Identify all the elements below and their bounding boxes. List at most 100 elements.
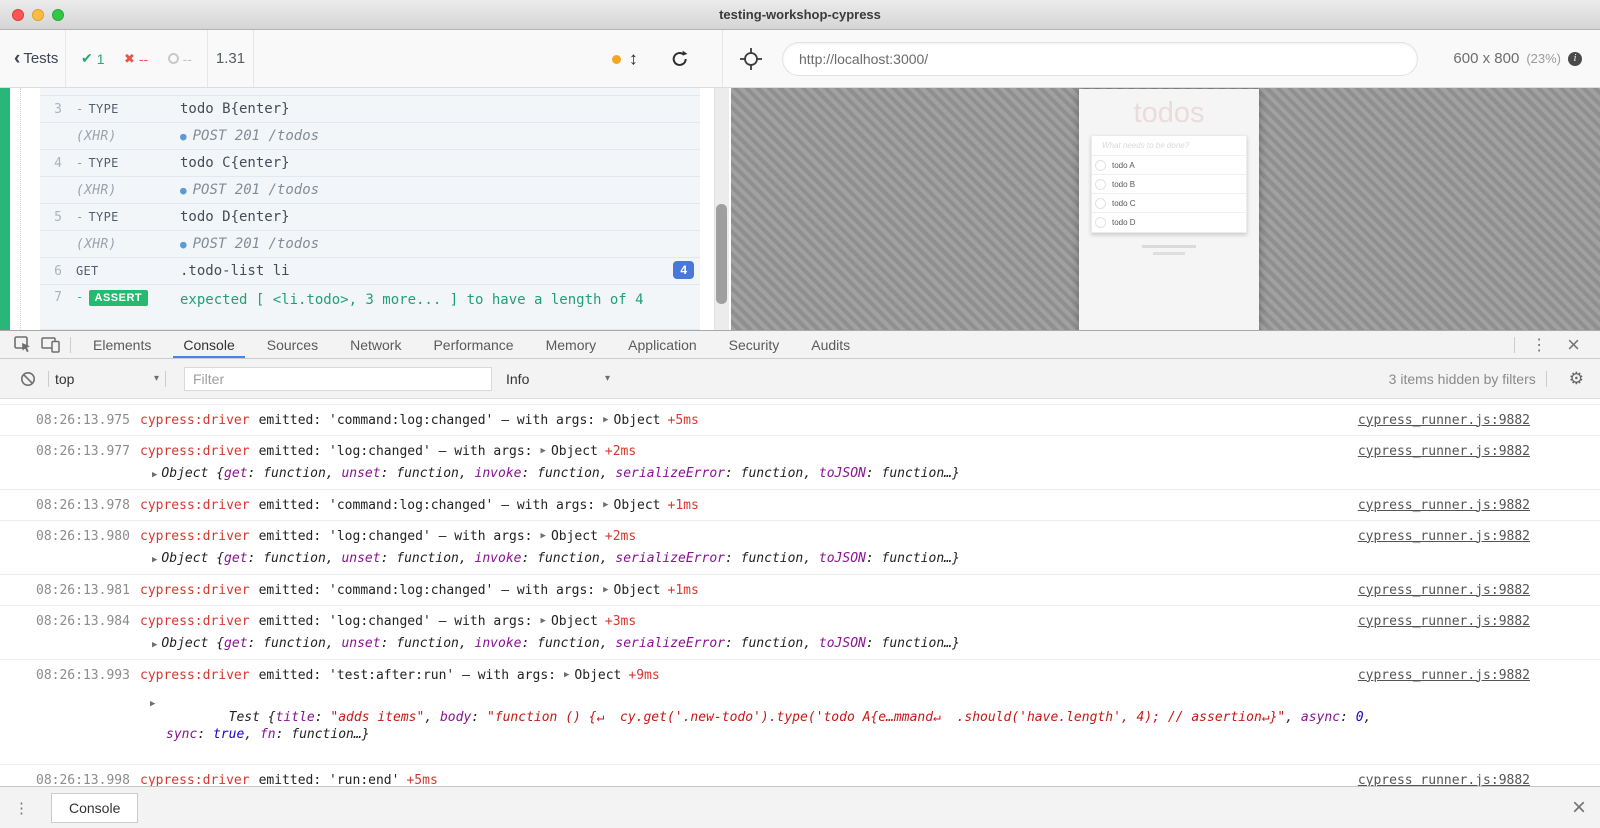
tab-performance[interactable]: Performance: [417, 331, 529, 358]
expand-triangle-icon[interactable]: ▶: [603, 500, 608, 510]
log-object[interactable]: Object: [614, 583, 661, 598]
expand-triangle-icon[interactable]: ▶: [152, 637, 157, 653]
console-log-entry[interactable]: 08:26:13.980 cypress:driver emitted: 'lo…: [0, 521, 1600, 575]
source-link[interactable]: cypress_runner.js:9882: [1358, 498, 1530, 513]
source-link[interactable]: cypress_runner.js:9882: [1358, 614, 1530, 629]
object-preview[interactable]: ▶ Object {get: function, unset: function…: [0, 466, 1600, 489]
log-object[interactable]: Object: [574, 668, 621, 683]
source-link[interactable]: cypress_runner.js:9882: [1358, 583, 1530, 598]
refresh-icon[interactable]: [670, 49, 690, 69]
log-object[interactable]: Object: [614, 498, 661, 513]
tab-application[interactable]: Application: [612, 331, 713, 358]
tab-sources[interactable]: Sources: [251, 331, 334, 358]
console-log-entry[interactable]: 08:26:13.998 cypress:driver emitted: 'ru…: [0, 765, 1600, 786]
console-log-entry[interactable]: 08:26:13.993 cypress:driver emitted: 'te…: [0, 660, 1600, 765]
command-number: 4: [40, 156, 62, 171]
devtools-close-icon[interactable]: ×: [1557, 335, 1590, 355]
devtools-menu-icon[interactable]: ⋮: [1521, 335, 1557, 355]
app-footer-text-line: [1153, 252, 1185, 255]
expand-triangle-icon[interactable]: ▶: [541, 531, 546, 541]
minimize-window-icon[interactable]: [32, 9, 44, 21]
expand-triangle-icon[interactable]: ▶: [541, 446, 546, 456]
command-dash: -: [76, 102, 84, 116]
clear-console-icon[interactable]: [14, 371, 42, 387]
log-object[interactable]: Object: [551, 614, 598, 629]
inspect-element-icon[interactable]: [8, 336, 36, 353]
command-row-xhr[interactable]: (XHR) ●POST 201 /todos: [40, 123, 700, 150]
command-row-assert[interactable]: 7 -ASSERT expected [ <li.todo>, 3 more..…: [40, 285, 700, 330]
object-preview[interactable]: ▶ Object {get: function, unset: function…: [0, 636, 1600, 659]
reporter-scrollbar-thumb[interactable]: [716, 204, 727, 304]
command-row-type[interactable]: 4 -TYPE todo C{enter}: [40, 150, 700, 177]
command-row-xhr[interactable]: (XHR) ●POST 201 /todos: [40, 231, 700, 258]
test-object-preview[interactable]: ▶Test {title: "adds items", body: "funct…: [0, 690, 1600, 764]
back-to-tests-button[interactable]: ‹ Tests: [0, 30, 66, 87]
tab-security[interactable]: Security: [713, 331, 796, 358]
command-row-xhr[interactable]: (XHR) ●POST 201 /todos: [40, 177, 700, 204]
console-log-entry[interactable]: 08:26:13.984 cypress:driver emitted: 'lo…: [0, 606, 1600, 660]
close-window-icon[interactable]: [12, 9, 24, 21]
pending-stat[interactable]: --: [168, 51, 192, 67]
zoom-window-icon[interactable]: [52, 9, 64, 21]
filter-input[interactable]: [184, 367, 492, 391]
new-todo-input[interactable]: What needs to be done?: [1092, 136, 1246, 156]
window-controls[interactable]: [12, 9, 64, 21]
tab-memory[interactable]: Memory: [530, 331, 613, 358]
source-link[interactable]: cypress_runner.js:9882: [1358, 529, 1530, 544]
expand-triangle-icon[interactable]: ▶: [603, 415, 608, 425]
command-number: 7: [40, 290, 62, 305]
todo-checkbox-icon[interactable]: [1095, 179, 1106, 190]
source-link[interactable]: cypress_runner.js:9882: [1358, 413, 1530, 428]
passed-stat[interactable]: ✔ 1: [81, 50, 105, 67]
tab-network[interactable]: Network: [334, 331, 417, 358]
expand-triangle-icon[interactable]: ▶: [603, 585, 608, 595]
url-bar[interactable]: http://localhost:3000/: [782, 42, 1418, 76]
command-message: .todo-list li: [180, 263, 700, 279]
console-log-entry[interactable]: 08:26:13.975 cypress:driver emitted: 'co…: [0, 405, 1600, 436]
log-object[interactable]: Object: [551, 444, 598, 459]
log-object[interactable]: Object: [551, 529, 598, 544]
drawer-menu-icon[interactable]: ⋮: [14, 799, 29, 817]
log-object[interactable]: Object: [614, 413, 661, 428]
todo-checkbox-icon[interactable]: [1095, 217, 1106, 228]
chevron-down-icon: ▾: [154, 373, 159, 384]
updown-arrow-icon[interactable]: ↕: [629, 48, 638, 69]
selector-playground-icon[interactable]: [738, 46, 764, 72]
todo-item[interactable]: todo B: [1092, 175, 1246, 194]
assert-message: expected [ <li.todo>, 3 more... ] to hav…: [180, 290, 650, 310]
toolbar-divider: [1546, 371, 1547, 387]
failed-stat[interactable]: ✖ --: [124, 51, 148, 67]
object-preview[interactable]: ▶ Object {get: function, unset: function…: [0, 551, 1600, 574]
todo-item[interactable]: todo C: [1092, 194, 1246, 213]
expand-triangle-icon[interactable]: ▶: [564, 670, 569, 680]
command-row-type[interactable]: 3 -TYPE todo B{enter}: [40, 96, 700, 123]
drawer-close-icon[interactable]: ×: [1572, 794, 1586, 822]
tab-elements[interactable]: Elements: [77, 331, 167, 358]
expand-triangle-icon[interactable]: ▶: [150, 696, 155, 713]
console-log-entry[interactable]: 08:26:13.981 cypress:driver emitted: 'co…: [0, 575, 1600, 606]
todo-item[interactable]: todo D: [1092, 213, 1246, 232]
tab-audits[interactable]: Audits: [795, 331, 866, 358]
command-row-get[interactable]: 6 GET .todo-list li 4: [40, 258, 700, 285]
xhr-label: (XHR): [76, 237, 117, 252]
console-log-entry[interactable]: 08:26:13.978 cypress:driver emitted: 'co…: [0, 490, 1600, 521]
console-settings-icon[interactable]: ⚙: [1569, 369, 1584, 389]
todo-checkbox-icon[interactable]: [1095, 160, 1106, 171]
todo-checkbox-icon[interactable]: [1095, 198, 1106, 209]
execution-context-select[interactable]: top ▾: [55, 371, 159, 387]
command-row-type[interactable]: 5 -TYPE todo D{enter}: [40, 204, 700, 231]
console-log-entry[interactable]: 08:26:13.977 cypress:driver emitted: 'lo…: [0, 436, 1600, 490]
expand-triangle-icon[interactable]: ▶: [152, 552, 157, 568]
source-link[interactable]: cypress_runner.js:9882: [1358, 668, 1530, 683]
todo-item[interactable]: todo A: [1092, 156, 1246, 175]
tab-console[interactable]: Console: [167, 331, 250, 358]
source-link[interactable]: cypress_runner.js:9882: [1358, 444, 1530, 459]
expand-triangle-icon[interactable]: ▶: [152, 467, 157, 483]
device-toolbar-icon[interactable]: [36, 337, 64, 353]
info-icon[interactable]: i: [1568, 52, 1582, 66]
log-level-select[interactable]: Info ▾: [506, 371, 610, 387]
log-source: cypress:driver: [140, 668, 250, 683]
drawer-tab-console[interactable]: Console: [51, 793, 138, 823]
expand-triangle-icon[interactable]: ▶: [541, 616, 546, 626]
source-link[interactable]: cypress_runner.js:9882: [1358, 773, 1530, 787]
